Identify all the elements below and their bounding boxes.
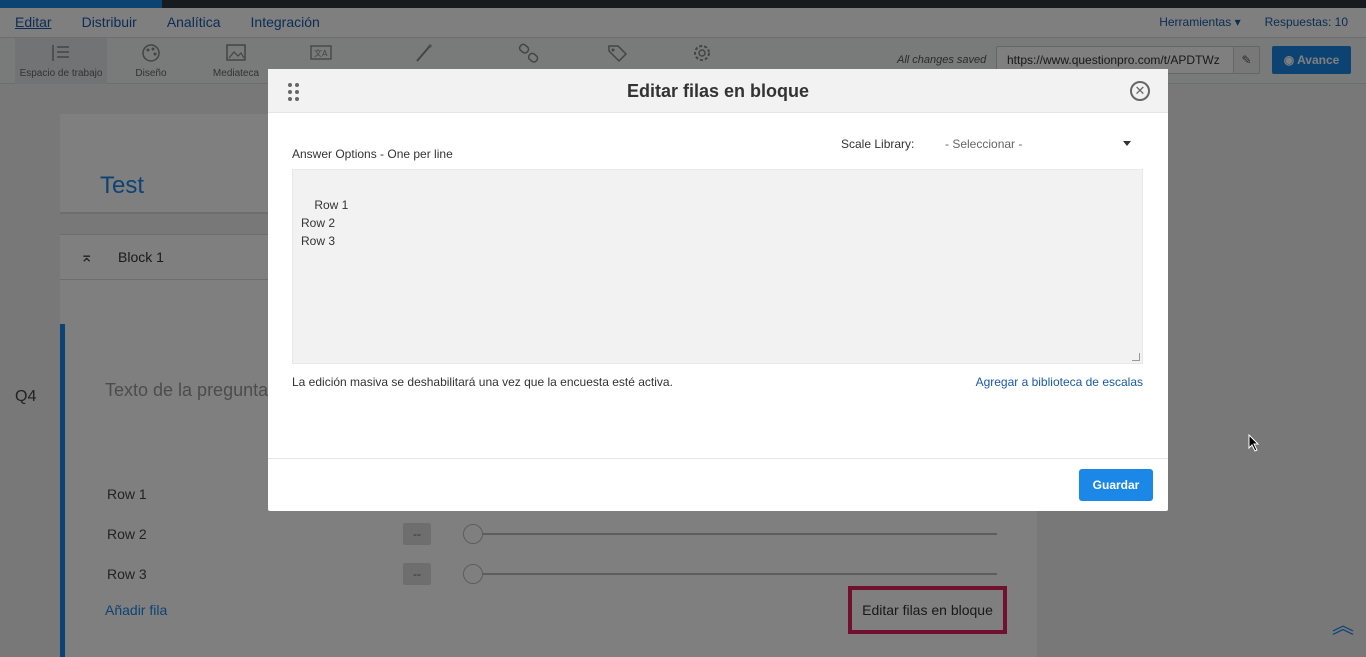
- dialog-title: Editar filas en bloque: [626, 81, 810, 101]
- bulk-edit-dialog: Editar filas en bloque ✕ Scale Library: …: [268, 69, 1168, 511]
- scale-library-select[interactable]: - Seleccionar -: [945, 137, 1131, 151]
- answer-options-label: Answer Options - One per line: [292, 147, 453, 161]
- add-to-library-link[interactable]: Agregar a biblioteca de escalas: [976, 375, 1143, 389]
- answer-options-text: Row 1 Row 2 Row 3: [301, 198, 349, 248]
- scale-library-value: - Seleccionar -: [945, 137, 1023, 151]
- close-icon[interactable]: ✕: [1130, 81, 1150, 101]
- save-button[interactable]: Guardar: [1079, 469, 1153, 501]
- dialog-header: Editar filas en bloque ✕: [268, 69, 1168, 113]
- bulk-edit-note: La edición masiva se deshabilitará una v…: [292, 375, 673, 389]
- caret-down-icon: [1123, 141, 1131, 146]
- answer-options-textarea[interactable]: Row 1 Row 2 Row 3: [292, 169, 1143, 364]
- dialog-footer-divider: [268, 458, 1168, 459]
- resize-handle-icon[interactable]: [1132, 353, 1140, 361]
- mouse-cursor-icon: [1248, 434, 1260, 452]
- scale-library-label: Scale Library:: [841, 137, 915, 151]
